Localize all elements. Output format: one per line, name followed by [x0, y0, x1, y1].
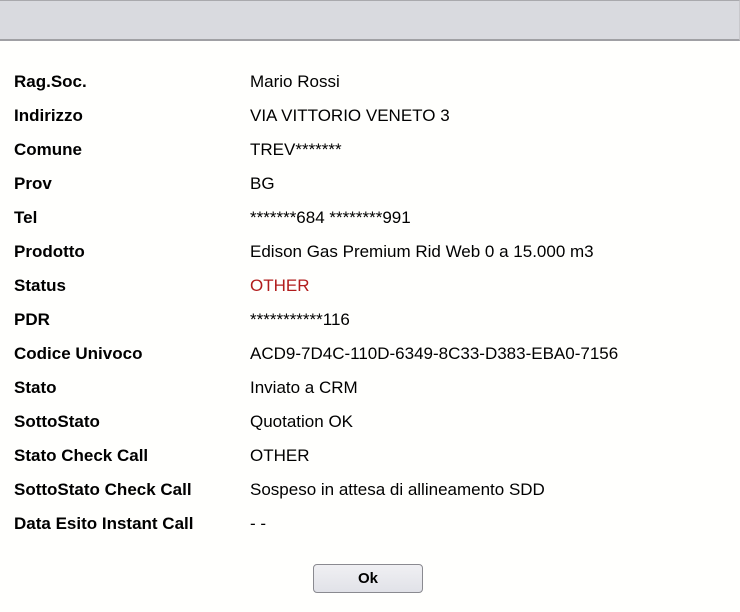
field-label: Status: [14, 276, 66, 295]
field-label: Data Esito Instant Call: [14, 514, 194, 533]
field-value: Inviato a CRM: [250, 378, 358, 397]
field-value: Sospeso in attesa di allineamento SDD: [250, 480, 545, 499]
ok-button[interactable]: Ok: [313, 564, 423, 593]
field-value: VIA VITTORIO VENETO 3: [250, 106, 450, 125]
field-label: SottoStato: [14, 412, 100, 431]
field-value: BG: [250, 174, 275, 193]
field-value: ACD9-7D4C-110D-6349-8C33-D383-EBA0-7156: [250, 344, 619, 363]
field-label: Indirizzo: [14, 106, 83, 125]
field-label: Prodotto: [14, 242, 85, 261]
field-value: TREV*******: [250, 140, 342, 159]
field-value: Quotation OK: [250, 412, 354, 431]
field-label: PDR: [14, 310, 50, 329]
field-label: Prov: [14, 174, 52, 193]
field-value: Mario Rossi: [250, 72, 340, 91]
field-value: Edison Gas Premium Rid Web 0 a 15.000 m3: [250, 242, 594, 261]
field-value: OTHER: [250, 276, 310, 295]
field-value: *******684 ********991: [250, 208, 411, 227]
dialog-title-bar[interactable]: [0, 0, 740, 41]
field-label: Tel: [14, 208, 38, 227]
field-label: Rag.Soc.: [14, 72, 87, 91]
field-label: Codice Univoco: [14, 344, 143, 363]
field-label: Stato: [14, 378, 57, 397]
field-label: SottoStato Check Call: [14, 480, 192, 499]
field-value: ***********116: [250, 310, 350, 329]
field-value: - -: [250, 514, 267, 533]
field-label: Comune: [14, 140, 82, 159]
field-value: OTHER: [250, 446, 310, 465]
field-label: Stato Check Call: [14, 446, 149, 465]
